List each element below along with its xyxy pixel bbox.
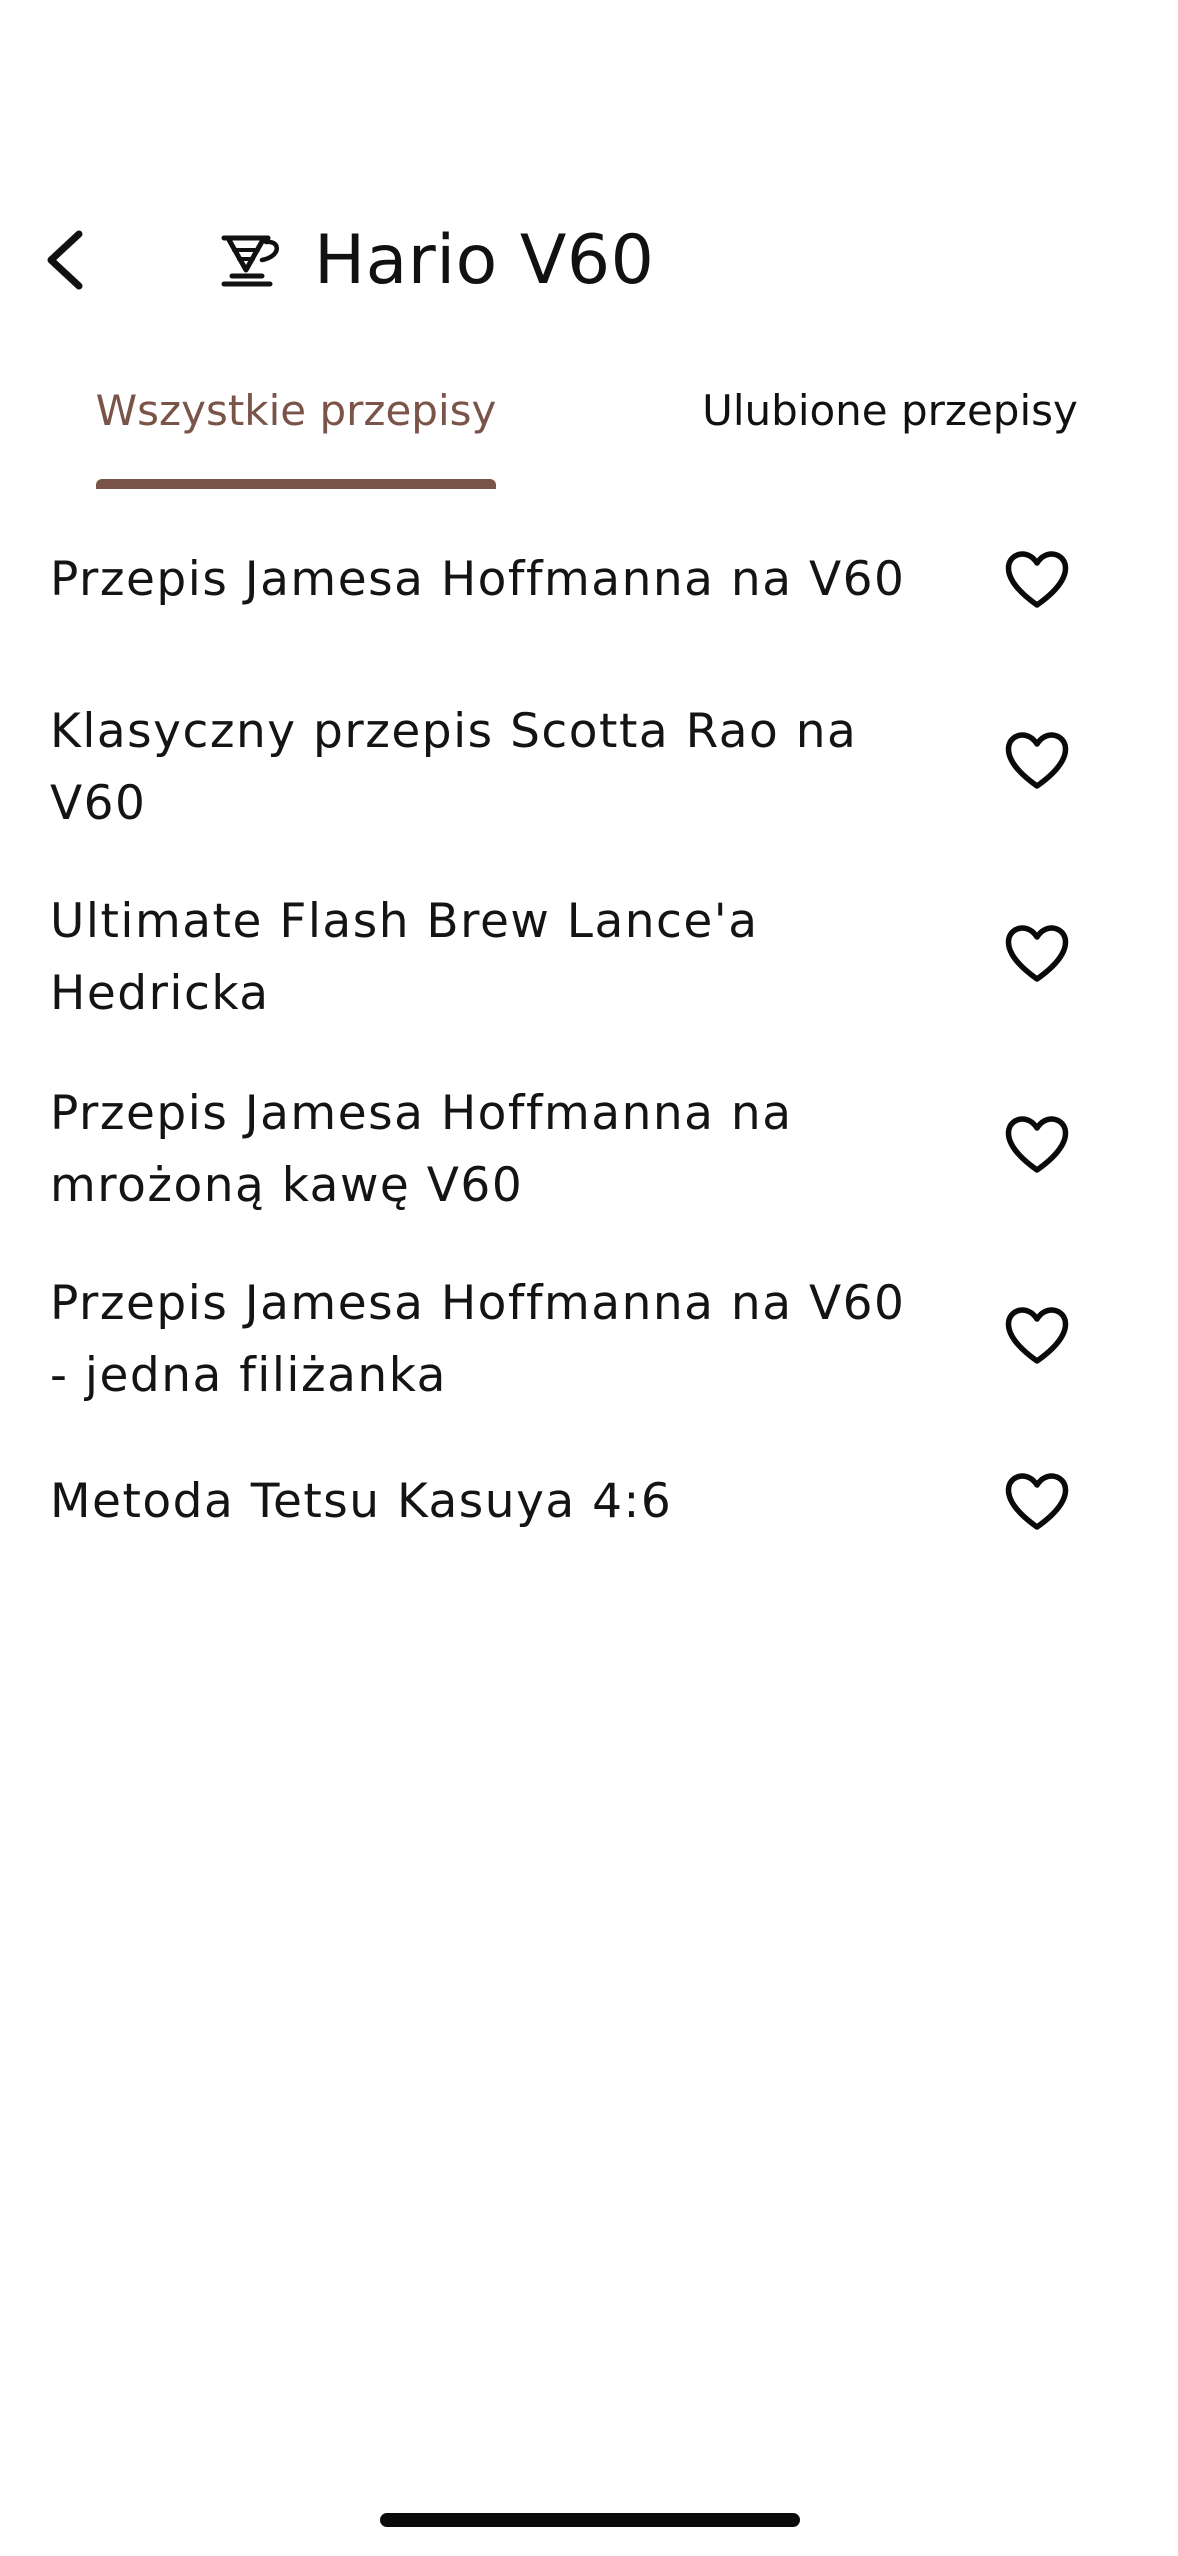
recipe-title-line: mrożoną kawę V60 [50,1158,524,1213]
favorite-button[interactable] [1000,1108,1074,1182]
tab-bar: Wszystkie przepisy Ulubione przepisy [0,360,1178,492]
recipe-title-line: Przepis Jamesa Hoffmanna na V60 [50,1276,906,1331]
dripper-icon [218,226,286,294]
recipe-title-line: Przepis Jamesa Hoffmanna na [50,1086,793,1141]
heart-icon [1005,1307,1069,1364]
chevron-left-icon [47,230,83,290]
favorite-button[interactable] [1000,1299,1074,1373]
recipe-title-line: Hedricka [50,966,270,1021]
recipe-item[interactable]: Ultimate Flash Brew Lance'a Hedricka [0,840,1178,1030]
header: Hario V60 [0,200,1178,320]
favorite-button[interactable] [1000,724,1074,798]
heart-icon [1005,732,1069,789]
title-group: Hario V60 [218,210,654,310]
recipe-title: Przepis Jamesa Hoffmanna na V60 - jedna … [50,1268,930,1412]
recipe-item[interactable]: Klasyczny przepis Scotta Rao na V60 [0,650,1178,840]
recipe-title: Ultimate Flash Brew Lance'a Hedricka [50,886,930,1030]
tab-all-recipes[interactable]: Wszystkie przepisy [95,360,497,492]
recipe-title: Przepis Jamesa Hoffmanna na V60 [50,544,930,616]
recipe-title: Przepis Jamesa Hoffmanna na mrożoną kawę… [50,1078,930,1222]
recipe-title: Klasyczny przepis Scotta Rao na V60 [50,696,930,840]
recipe-title-line: Klasyczny przepis Scotta Rao na [50,704,858,759]
recipe-item[interactable]: Przepis Jamesa Hoffmanna na V60 [0,510,1178,650]
favorite-button[interactable] [1000,917,1074,991]
heart-icon [1005,1473,1069,1530]
recipe-item[interactable]: Przepis Jamesa Hoffmanna na mrożoną kawę… [0,1030,1178,1222]
home-indicator[interactable] [380,2513,800,2527]
tab-favorite-recipes[interactable]: Ulubione przepisy [690,360,1090,492]
heart-icon [1005,551,1069,608]
tab-label: Wszystkie przepisy [95,386,497,435]
recipe-title-line: Metoda Tetsu Kasuya 4:6 [50,1474,673,1529]
active-tab-indicator [96,479,496,489]
heart-icon [1005,1116,1069,1173]
recipe-title-line: - jedna filiżanka [50,1348,447,1403]
recipe-item[interactable]: Metoda Tetsu Kasuya 4:6 [0,1412,1178,1552]
tab-label: Ulubione przepisy [702,386,1078,435]
back-button[interactable] [30,225,100,295]
recipe-title: Metoda Tetsu Kasuya 4:6 [50,1466,930,1538]
heart-icon [1005,925,1069,982]
recipe-title-line: Ultimate Flash Brew Lance'a [50,894,759,949]
page-title: Hario V60 [314,220,655,300]
recipe-title-line: Przepis Jamesa Hoffmanna na V60 [50,552,906,607]
favorite-button[interactable] [1000,543,1074,617]
recipe-title-line: V60 [50,776,147,831]
recipe-item[interactable]: Przepis Jamesa Hoffmanna na V60 - jedna … [0,1222,1178,1412]
favorite-button[interactable] [1000,1465,1074,1539]
